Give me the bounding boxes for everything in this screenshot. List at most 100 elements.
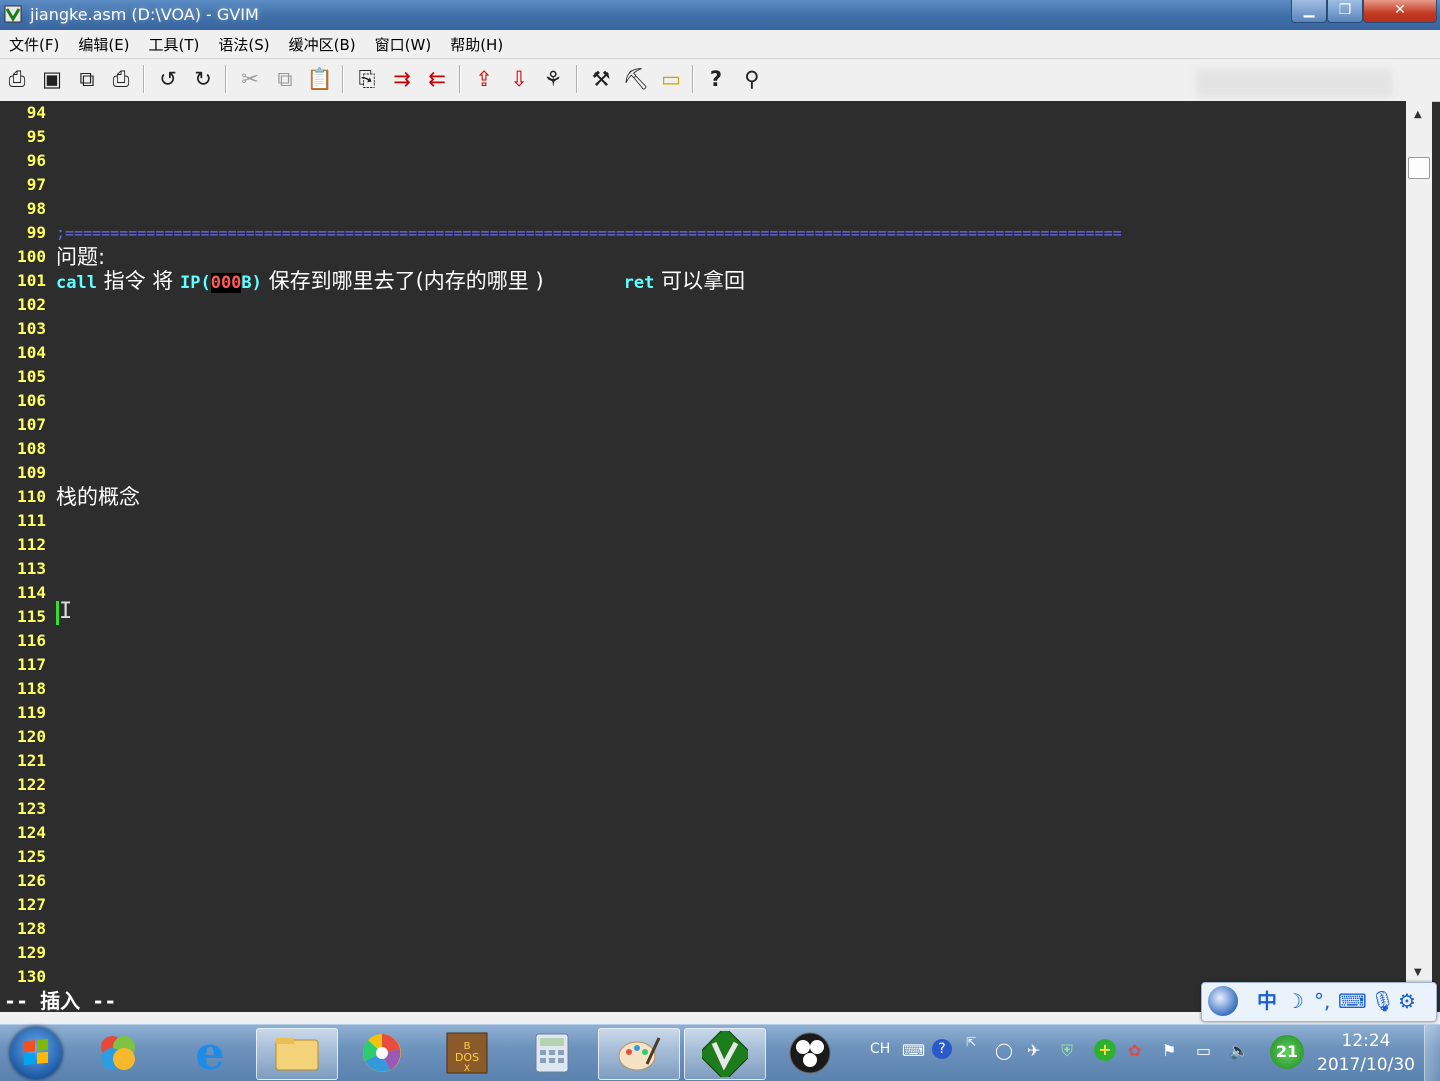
save-all-icon[interactable]: ⧉ xyxy=(72,64,102,94)
network-icon[interactable]: ▭ xyxy=(1196,1041,1211,1060)
file-explorer-icon[interactable] xyxy=(256,1028,338,1080)
line-number: 107 xyxy=(17,415,46,434)
menu-window[interactable]: 窗口(W) xyxy=(366,30,440,56)
volume-icon[interactable]: 🔈 xyxy=(1229,1041,1249,1060)
moon-icon[interactable]: ☽ xyxy=(1286,989,1304,1013)
run-script-icon[interactable]: ⚘ xyxy=(538,64,568,94)
line-number: 117 xyxy=(17,655,46,674)
line-number: 129 xyxy=(17,943,46,962)
ime-logo-icon[interactable] xyxy=(1208,986,1238,1016)
line-number: 110 xyxy=(17,487,46,506)
start-button[interactable] xyxy=(10,1027,62,1079)
calculator-icon[interactable] xyxy=(512,1028,592,1078)
internet-explorer-icon[interactable]: e xyxy=(170,1028,250,1078)
save-icon[interactable]: ▣ xyxy=(37,64,67,94)
scroll-down-icon[interactable]: ▼ xyxy=(1414,967,1422,978)
text-segment: 可以拿回 xyxy=(654,269,746,293)
find-prev-icon[interactable]: ⇇ xyxy=(422,64,452,94)
action-center-flag-icon[interactable]: ⚑ xyxy=(1162,1041,1176,1060)
plus-tray-icon[interactable]: + xyxy=(1094,1039,1116,1061)
line-number: 103 xyxy=(17,319,46,338)
line-number: 105 xyxy=(17,367,46,386)
windows-logo-icon xyxy=(24,1038,48,1066)
security-tray-icon[interactable]: ⛨ xyxy=(1061,1041,1073,1061)
satellite-tray-icon[interactable]: ✈ xyxy=(1027,1041,1040,1060)
editor-area[interactable]: 94 95 96 97 98 99 100 101 102 103 104 105 106 107 108 1… xyxy=(0,101,1406,986)
text-segment: 指令 将 xyxy=(96,269,180,293)
obs-icon[interactable] xyxy=(770,1028,850,1078)
line-number: 96 xyxy=(26,151,46,170)
gvim-app-icon xyxy=(4,5,22,23)
show-desktop-button[interactable] xyxy=(1424,1025,1440,1081)
language-indicator[interactable]: CH xyxy=(870,1041,890,1057)
menu-tools[interactable]: 工具(T) xyxy=(140,30,208,56)
copy-icon[interactable]: ⧉ xyxy=(270,64,300,94)
gear-icon[interactable]: ⚙ xyxy=(1398,989,1416,1013)
punct-icon[interactable]: °, xyxy=(1314,989,1330,1013)
windows-live-icon[interactable] xyxy=(78,1028,158,1078)
code-line-99: ;=======================================… xyxy=(56,221,1122,245)
maximize-button[interactable]: ❐ xyxy=(1327,0,1363,23)
tray-app-icon[interactable]: ✿ xyxy=(1128,1041,1141,1060)
line-number: 124 xyxy=(17,823,46,842)
mic-icon[interactable]: 🎙 xyxy=(1370,989,1395,1013)
help-tray-icon[interactable]: ? xyxy=(932,1039,952,1059)
make-icon[interactable]: ⚒ xyxy=(586,64,616,94)
line-number: 113 xyxy=(17,559,46,578)
line-number: 121 xyxy=(17,751,46,770)
shield-tray-icon[interactable]: ◯ xyxy=(995,1041,1013,1060)
help-icon[interactable]: ? xyxy=(701,64,731,94)
menu-help[interactable]: 帮助(H) xyxy=(441,30,511,56)
line-number: 106 xyxy=(17,391,46,410)
mouse-ibeam-icon: I xyxy=(59,599,73,624)
stack-concept-text: 栈的概念 xyxy=(56,485,140,509)
ime-toolbar[interactable]: 中 ☽ °, ⌨ 🎙 ⚙ xyxy=(1201,982,1437,1022)
highlighted-number: 000 xyxy=(210,273,242,293)
line-number: 109 xyxy=(17,463,46,482)
title-bar: jiangke.asm (D:\VOA) - GVIM ▁ ❐ ✕ xyxy=(0,0,1440,30)
clock[interactable]: 12:24 2017/10/30 xyxy=(1316,1029,1416,1077)
line-number: 108 xyxy=(17,439,46,458)
find-replace-icon[interactable]: ⎘ xyxy=(352,64,382,94)
redo-icon[interactable]: ↻ xyxy=(188,64,218,94)
load-session-icon[interactable]: ⇪ xyxy=(469,64,499,94)
line-number: 101 xyxy=(17,271,46,290)
menu-file[interactable]: 文件(F) xyxy=(0,30,67,56)
keyboard-layout-icon[interactable]: ⌨ xyxy=(902,1041,925,1060)
clock-date: 2017/10/30 xyxy=(1317,1055,1415,1075)
line-number: 115 xyxy=(17,607,46,626)
save-session-icon[interactable]: ⇩ xyxy=(504,64,534,94)
menu-edit[interactable]: 编辑(E) xyxy=(69,30,137,56)
open-file-icon[interactable]: ⎙ xyxy=(2,64,32,94)
line-number: 114 xyxy=(17,583,46,602)
line-number: 122 xyxy=(17,775,46,794)
menu-buffers[interactable]: 缓冲区(B) xyxy=(280,30,364,56)
find-help-icon[interactable]: ⚲ xyxy=(737,64,767,94)
scroll-up-icon[interactable]: ▲ xyxy=(1414,109,1422,120)
picasa-icon[interactable] xyxy=(342,1028,422,1078)
find-next-icon[interactable]: ⇉ xyxy=(387,64,417,94)
paste-icon[interactable]: 📋 xyxy=(305,64,335,94)
shell-icon[interactable]: ⛏ xyxy=(621,64,651,94)
ctags-icon[interactable]: ▭ xyxy=(656,64,686,94)
undo-icon[interactable]: ↺ xyxy=(153,64,183,94)
close-button[interactable]: ✕ xyxy=(1363,0,1437,23)
text-segment: 保存到哪里去了(内存的哪里 ) xyxy=(261,269,544,293)
keyboard-icon[interactable]: ⌨ xyxy=(1338,989,1367,1013)
notification-badge[interactable]: 21 xyxy=(1270,1035,1304,1069)
menu-syntax[interactable]: 语法(S) xyxy=(209,30,277,56)
print-icon[interactable]: ⎙ xyxy=(106,64,136,94)
vertical-scrollbar[interactable]: ▲ ▼ xyxy=(1406,101,1432,986)
scrollbar-thumb[interactable] xyxy=(1408,157,1430,179)
paint-icon[interactable] xyxy=(598,1028,680,1080)
cut-icon[interactable]: ✂ xyxy=(235,64,265,94)
line-number: 128 xyxy=(17,919,46,938)
code-line-110: 栈的概念 xyxy=(56,485,140,511)
dosbox-icon[interactable]: B DOS X xyxy=(427,1028,507,1078)
menu-bar: 文件(F) 编辑(E) 工具(T) 语法(S) 缓冲区(B) 窗口(W) 帮助(H) xyxy=(0,30,1440,59)
gvim-icon[interactable] xyxy=(684,1028,766,1080)
tray-options-icon[interactable]: ⇱ xyxy=(966,1035,976,1049)
ime-chinese-mode[interactable]: 中 xyxy=(1257,989,1277,1013)
minimize-button[interactable]: ▁ xyxy=(1291,0,1327,23)
line-number: 97 xyxy=(26,175,46,194)
